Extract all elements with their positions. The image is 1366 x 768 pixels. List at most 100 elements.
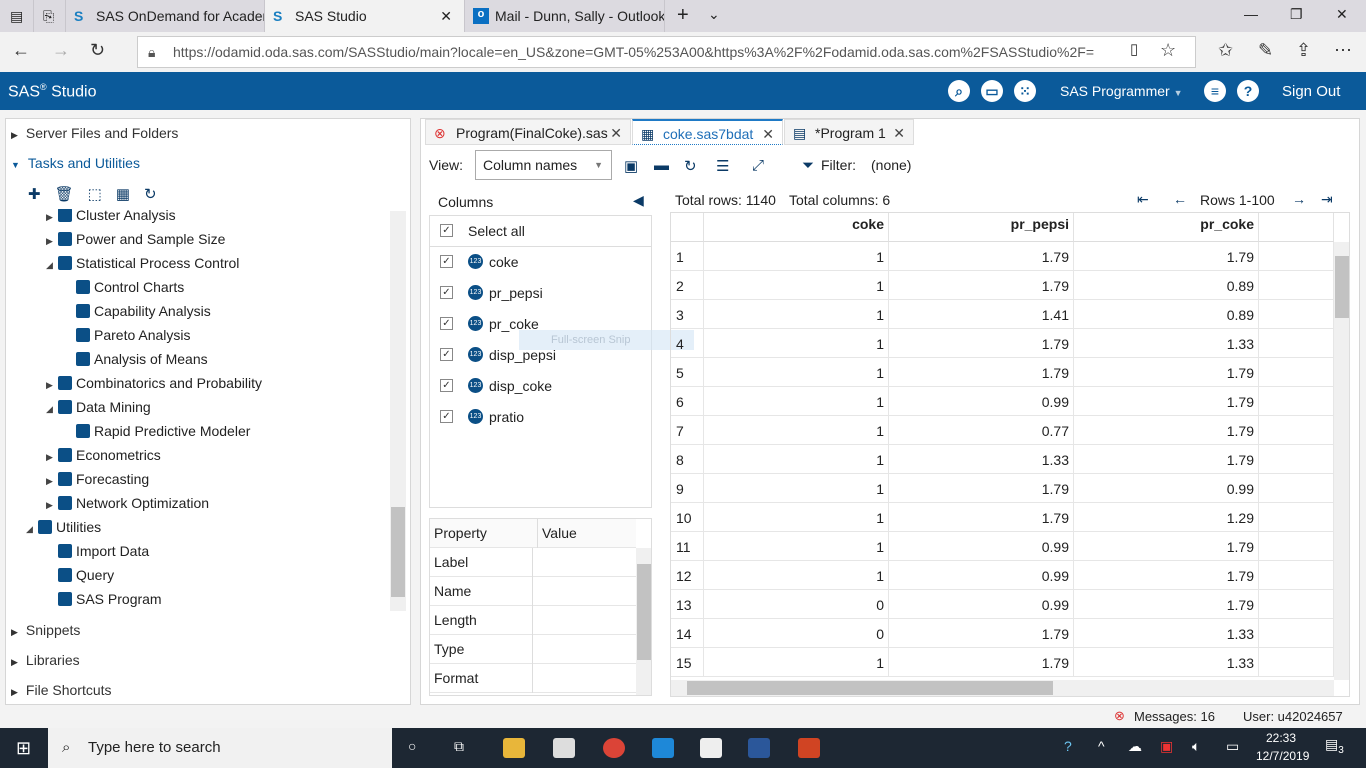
- table-row[interactable]: 2 1 1.79 0.89: [671, 271, 1334, 300]
- checkbox[interactable]: ✓: [440, 286, 453, 299]
- table-row[interactable]: 11 1 0.99 1.79: [671, 532, 1334, 561]
- column-item[interactable]: ✓ 123 pr_pepsi: [430, 278, 652, 309]
- browser-tab-outlook[interactable]: o Mail - Dunn, Sally - Outlook: [465, 0, 665, 32]
- tree-item[interactable]: Analysis of Means: [76, 347, 208, 371]
- column-header[interactable]: [1259, 213, 1334, 242]
- section-file-shortcuts[interactable]: ▶ File Shortcuts: [11, 682, 112, 698]
- tab-program-1[interactable]: ▤ *Program 1 ✕: [784, 119, 914, 145]
- close-tab-icon[interactable]: ✕: [440, 8, 452, 25]
- section-snippets[interactable]: ▶ Snippets: [11, 622, 80, 638]
- browser-tab-sas-studio[interactable]: S SAS Studio ✕: [265, 0, 465, 32]
- cortana-icon[interactable]: ○: [408, 738, 416, 754]
- tree-item[interactable]: ▶ Combinatorics and Probability: [46, 371, 262, 395]
- checkbox[interactable]: ✓: [440, 379, 453, 392]
- table-row[interactable]: 9 1 1.79 0.99: [671, 474, 1334, 503]
- network-icon[interactable]: ☁: [1128, 738, 1142, 755]
- minimize-icon[interactable]: —: [1244, 6, 1258, 22]
- notification-app-icon[interactable]: ▣: [1160, 738, 1173, 755]
- grid-vertical-scrollbar[interactable]: [1334, 242, 1349, 680]
- tree-item[interactable]: Query: [46, 563, 114, 587]
- clock-time[interactable]: 22:33: [1266, 731, 1296, 745]
- help-icon[interactable]: ?: [1237, 80, 1259, 102]
- last-page-icon[interactable]: ⇥: [1321, 191, 1333, 208]
- tree-item[interactable]: Pareto Analysis: [76, 323, 191, 347]
- battery-icon[interactable]: ▭: [1226, 738, 1239, 755]
- filter-icon[interactable]: ⏷: [802, 157, 814, 174]
- tab-list-chevron-icon[interactable]: ⌄: [708, 6, 720, 23]
- show-hidden-icons[interactable]: ^: [1098, 738, 1105, 754]
- tree-item[interactable]: ▶ Econometrics: [46, 443, 161, 467]
- expand-arrow-icon[interactable]: ▶: [46, 493, 58, 517]
- search-icon[interactable]: ⌕: [948, 80, 970, 102]
- table-row[interactable]: 15 1 1.79 1.33: [671, 648, 1334, 677]
- filter-value[interactable]: (none): [871, 157, 911, 173]
- column-header[interactable]: coke: [704, 213, 889, 242]
- file-explorer-icon[interactable]: [503, 738, 525, 758]
- checkbox[interactable]: ✓: [440, 317, 453, 330]
- tree-item[interactable]: Capability Analysis: [76, 299, 211, 323]
- properties-icon[interactable]: ▦: [116, 186, 144, 203]
- new-tab-icon[interactable]: +: [677, 4, 689, 27]
- properties-scrollbar[interactable]: [636, 548, 651, 695]
- add-column-icon[interactable]: ▣: [624, 157, 638, 175]
- table-row[interactable]: 5 1 1.79 1.79: [671, 358, 1334, 387]
- pen-icon[interactable]: ✎: [1258, 40, 1273, 61]
- column-header[interactable]: [671, 213, 704, 242]
- task-view-icon[interactable]: ⧉: [454, 738, 464, 755]
- tree-scrollbar[interactable]: [390, 211, 406, 611]
- section-tasks-utilities[interactable]: ▼ Tasks and Utilities: [11, 155, 140, 171]
- table-row[interactable]: 8 1 1.33 1.79: [671, 445, 1334, 474]
- expand-arrow-icon[interactable]: ◢: [26, 517, 38, 541]
- chrome-icon[interactable]: [603, 738, 625, 758]
- expand-arrow-icon[interactable]: ▶: [46, 229, 58, 253]
- back-icon[interactable]: ←: [12, 40, 30, 61]
- column-item[interactable]: ✓ 123 pratio: [430, 402, 652, 433]
- sign-out-button[interactable]: Sign Out: [1282, 83, 1340, 100]
- tab-coke-dataset[interactable]: ▦ coke.sas7bdat ✕: [632, 119, 783, 145]
- tab-actions-icon[interactable]: ▤: [0, 0, 34, 32]
- mail-icon[interactable]: [700, 738, 722, 758]
- url-input[interactable]: 🔒︎ https://odamid.oda.sas.com/SASStudio/m…: [137, 36, 1196, 68]
- forward-icon[interactable]: →: [52, 40, 70, 61]
- column-header[interactable]: pr_coke: [1074, 213, 1259, 242]
- refresh-icon[interactable]: ↻: [144, 186, 171, 203]
- expand-arrow-icon[interactable]: ▶: [46, 209, 58, 229]
- close-tab-icon[interactable]: ✕: [762, 121, 774, 147]
- powerpoint-icon[interactable]: [798, 738, 820, 758]
- checkbox[interactable]: ✓: [440, 224, 453, 237]
- favorites-icon[interactable]: ✩: [1218, 40, 1233, 61]
- table-row[interactable]: 4 1 1.79 1.33: [671, 329, 1334, 358]
- expand-arrow-icon[interactable]: ◢: [46, 397, 58, 421]
- first-page-icon[interactable]: ⇤: [1137, 191, 1149, 208]
- tree-item[interactable]: ▶ Forecasting: [46, 467, 149, 491]
- checkbox[interactable]: ✓: [440, 348, 453, 361]
- edge-icon[interactable]: [652, 738, 674, 758]
- expand-arrow-icon[interactable]: ▶: [46, 445, 58, 469]
- collapse-panel-icon[interactable]: ◀: [633, 192, 644, 209]
- set-aside-tabs-icon[interactable]: ⎘: [34, 0, 66, 32]
- open-folder-icon[interactable]: ▭: [981, 80, 1003, 102]
- maximize-icon[interactable]: ❐: [1290, 6, 1303, 23]
- table-row[interactable]: 3 1 1.41 0.89: [671, 300, 1334, 329]
- refresh-icon[interactable]: ↻: [90, 40, 105, 61]
- checkbox[interactable]: ✓: [440, 255, 453, 268]
- grid-horizontal-scrollbar[interactable]: [671, 680, 1334, 696]
- expand-arrow-icon[interactable]: ◢: [46, 253, 58, 277]
- close-window-icon[interactable]: ✕: [1336, 6, 1348, 23]
- expand-arrow-icon[interactable]: ▶: [46, 373, 58, 397]
- tree-item[interactable]: ◢ Utilities: [26, 515, 101, 539]
- checkbox[interactable]: ✓: [440, 410, 453, 423]
- column-item[interactable]: ✓ 123 disp_coke: [430, 371, 652, 402]
- previous-page-icon[interactable]: ←: [1173, 191, 1187, 207]
- column-header[interactable]: pr_pepsi: [889, 213, 1074, 242]
- messages-link[interactable]: Messages: 16: [1134, 709, 1215, 724]
- tree-item[interactable]: Import Data: [46, 539, 149, 563]
- refresh-icon[interactable]: ↻: [684, 157, 697, 175]
- expand-arrow-icon[interactable]: ▶: [46, 469, 58, 493]
- table-row[interactable]: 13 0 0.99 1.79: [671, 590, 1334, 619]
- table-row[interactable]: 7 1 0.77 1.79: [671, 416, 1334, 445]
- close-tab-icon[interactable]: ✕: [610, 120, 622, 146]
- tree-item[interactable]: ▶ Network Optimization: [46, 491, 209, 515]
- section-server-files[interactable]: ▶ Server Files and Folders: [11, 125, 178, 141]
- delete-icon[interactable]: 🗑︎: [55, 186, 88, 203]
